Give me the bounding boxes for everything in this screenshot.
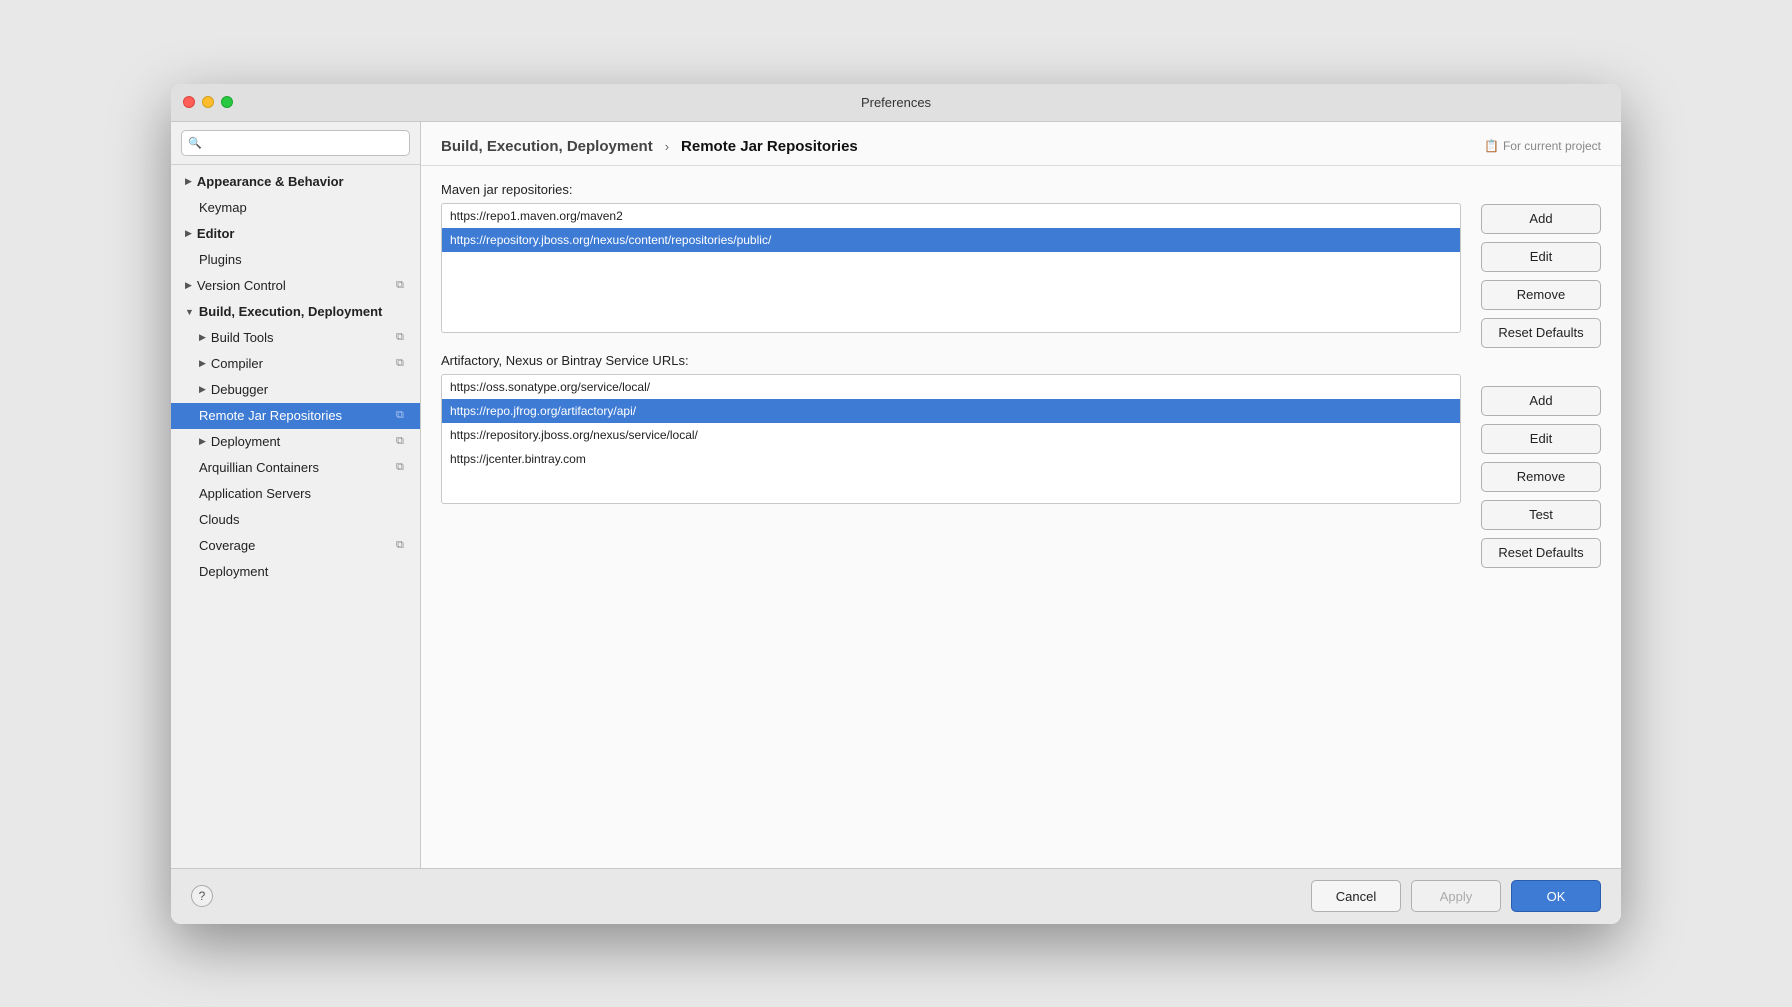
sidebar-item-app-servers[interactable]: Application Servers — [171, 481, 420, 507]
search-input[interactable] — [181, 130, 410, 156]
bottom-bar: ? Cancel Apply OK — [171, 868, 1621, 924]
bottom-actions: Cancel Apply OK — [1311, 880, 1601, 912]
list-item[interactable]: https://repo1.maven.org/maven2 — [442, 204, 1460, 228]
artifactory-section: Artifactory, Nexus or Bintray Service UR… — [441, 353, 1461, 504]
nav-items: ▶ Appearance & Behavior Keymap ▶ Editor … — [171, 165, 420, 868]
breadcrumb-arrow: › — [665, 139, 669, 154]
chevron-right-icon: ▶ — [199, 358, 206, 369]
sidebar-item-keymap[interactable]: Keymap — [171, 195, 420, 221]
repos-area: Maven jar repositories: https://repo1.ma… — [441, 182, 1461, 852]
list-item[interactable]: https://oss.sonatype.org/service/local/ — [442, 375, 1460, 399]
maven-buttons: Add Edit Remove Reset Defaults — [1481, 182, 1601, 348]
artifactory-buttons: Add Edit Remove Test Reset Defaults — [1481, 364, 1601, 568]
list-item[interactable]: https://repository.jboss.org/nexus/conte… — [442, 228, 1460, 252]
maven-add-button[interactable]: Add — [1481, 204, 1601, 234]
project-icon: 📋 — [1484, 139, 1499, 153]
maven-repo-list[interactable]: https://repo1.maven.org/maven2 https://r… — [441, 203, 1461, 333]
copy-icon: ⧉ — [396, 461, 410, 475]
sidebar-item-version-control[interactable]: ▶ Version Control ⧉ — [171, 273, 420, 299]
sidebar: 🔍 ▶ Appearance & Behavior Keymap ▶ Edito… — [171, 122, 421, 868]
sidebar-item-plugins[interactable]: Plugins — [171, 247, 420, 273]
maven-remove-button[interactable]: Remove — [1481, 280, 1601, 310]
chevron-right-icon: ▶ — [199, 332, 206, 343]
sidebar-item-build-tools[interactable]: ▶ Build Tools ⧉ — [171, 325, 420, 351]
art-test-button[interactable]: Test — [1481, 500, 1601, 530]
titlebar: Preferences — [171, 84, 1621, 122]
chevron-right-icon: ▶ — [199, 384, 206, 395]
artifactory-label: Artifactory, Nexus or Bintray Service UR… — [441, 353, 1461, 368]
minimize-button[interactable] — [202, 96, 214, 108]
copy-icon: ⧉ — [396, 539, 410, 553]
list-item[interactable]: https://repo.jfrog.org/artifactory/api/ — [442, 399, 1460, 423]
main-panel: Build, Execution, Deployment › Remote Ja… — [421, 122, 1621, 868]
chevron-right-icon: ▶ — [185, 228, 192, 239]
search-container: 🔍 — [171, 122, 420, 165]
buttons-container: Add Edit Remove Reset Defaults Add Edit … — [1481, 182, 1601, 852]
main-content-area: 🔍 ▶ Appearance & Behavior Keymap ▶ Edito… — [171, 122, 1621, 868]
maven-edit-button[interactable]: Edit — [1481, 242, 1601, 272]
sidebar-item-deployment[interactable]: ▶ Deployment ⧉ — [171, 429, 420, 455]
art-reset-button[interactable]: Reset Defaults — [1481, 538, 1601, 568]
help-button[interactable]: ? — [191, 885, 213, 907]
list-item[interactable]: https://repository.jboss.org/nexus/servi… — [442, 423, 1460, 447]
sidebar-item-coverage[interactable]: Coverage ⧉ — [171, 533, 420, 559]
sidebar-item-arquillian[interactable]: Arquillian Containers ⧉ — [171, 455, 420, 481]
breadcrumb-current: Remote Jar Repositories — [681, 138, 858, 155]
copy-icon: ⧉ — [396, 331, 410, 345]
panel-content: Maven jar repositories: https://repo1.ma… — [421, 166, 1621, 868]
search-wrapper: 🔍 — [181, 130, 410, 156]
art-remove-button[interactable]: Remove — [1481, 462, 1601, 492]
chevron-right-icon: ▶ — [185, 280, 192, 291]
list-item[interactable]: https://jcenter.bintray.com — [442, 447, 1460, 471]
search-icon: 🔍 — [188, 136, 202, 149]
sidebar-item-build-execution[interactable]: ▼ Build, Execution, Deployment — [171, 299, 420, 325]
art-add-button[interactable]: Add — [1481, 386, 1601, 416]
chevron-right-icon: ▶ — [199, 436, 206, 447]
sidebar-item-compiler[interactable]: ▶ Compiler ⧉ — [171, 351, 420, 377]
sidebar-item-editor[interactable]: ▶ Editor — [171, 221, 420, 247]
sidebar-item-appearance[interactable]: ▶ Appearance & Behavior — [171, 169, 420, 195]
chevron-right-icon: ▶ — [185, 176, 192, 187]
traffic-lights — [183, 96, 233, 108]
apply-button[interactable]: Apply — [1411, 880, 1501, 912]
sidebar-item-deployment2[interactable]: Deployment — [171, 559, 420, 585]
sidebar-item-clouds[interactable]: Clouds — [171, 507, 420, 533]
sidebar-item-remote-jar[interactable]: Remote Jar Repositories ⧉ — [171, 403, 420, 429]
for-project: 📋 For current project — [1484, 139, 1601, 153]
sidebar-item-debugger[interactable]: ▶ Debugger — [171, 377, 420, 403]
header: Build, Execution, Deployment › Remote Ja… — [421, 122, 1621, 166]
preferences-window: Preferences 🔍 ▶ Appearance & Behavior Ke… — [171, 84, 1621, 924]
for-project-label: For current project — [1503, 139, 1601, 153]
close-button[interactable] — [183, 96, 195, 108]
copy-icon: ⧉ — [396, 409, 410, 423]
copy-icon: ⧉ — [396, 435, 410, 449]
ok-button[interactable]: OK — [1511, 880, 1601, 912]
maven-reset-button[interactable]: Reset Defaults — [1481, 318, 1601, 348]
cancel-button[interactable]: Cancel — [1311, 880, 1401, 912]
maven-label: Maven jar repositories: — [441, 182, 1461, 197]
maven-section: Maven jar repositories: https://repo1.ma… — [441, 182, 1461, 333]
copy-icon: ⧉ — [396, 279, 410, 293]
artifactory-repo-list[interactable]: https://oss.sonatype.org/service/local/ … — [441, 374, 1461, 504]
maximize-button[interactable] — [221, 96, 233, 108]
art-edit-button[interactable]: Edit — [1481, 424, 1601, 454]
copy-icon: ⧉ — [396, 357, 410, 371]
chevron-down-icon: ▼ — [185, 307, 194, 317]
breadcrumb-parent: Build, Execution, Deployment — [441, 138, 653, 155]
window-title: Preferences — [861, 95, 931, 110]
